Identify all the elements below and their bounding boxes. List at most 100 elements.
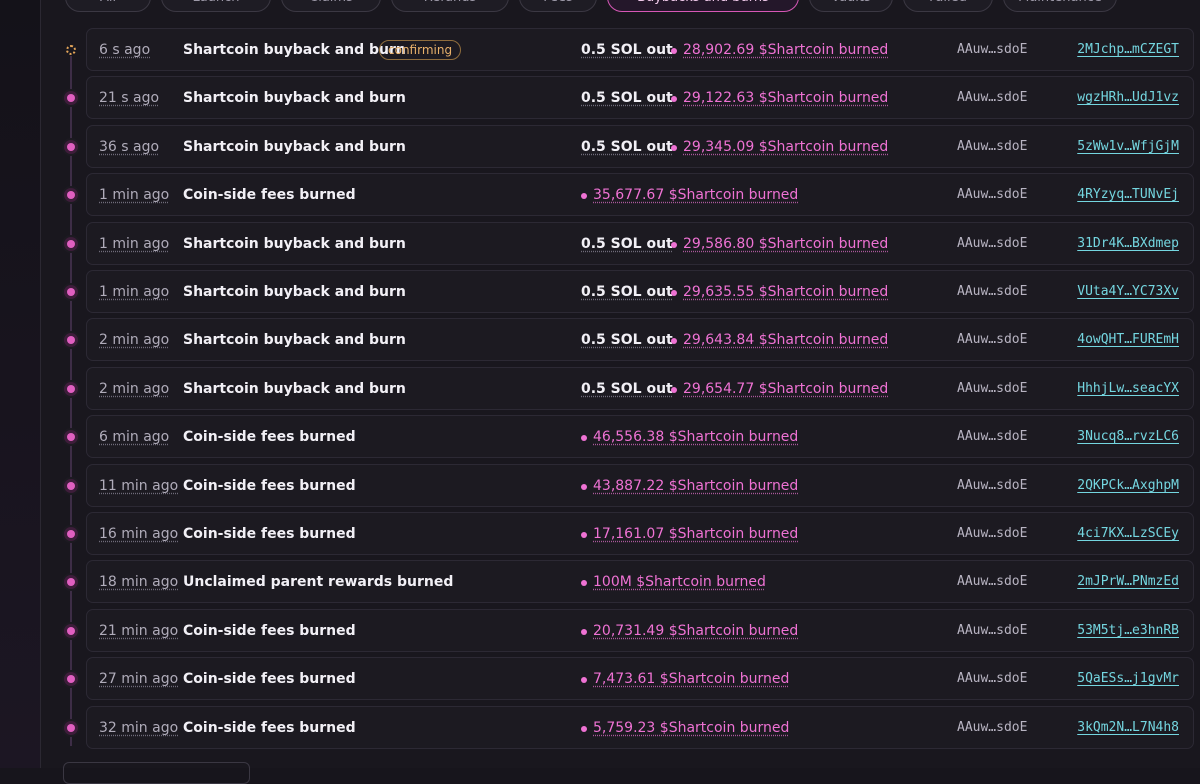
burn-amount[interactable]: 5,759.23 $Shartcoin burned	[593, 720, 789, 736]
signer-address: AAuw…sdoE	[957, 139, 1028, 154]
activity-row[interactable]: 1 min ago Shartcoin buyback and burn 0.5 S…	[86, 222, 1194, 265]
activity-row[interactable]: 1 min ago Shartcoin buyback and burn 0.5 S…	[86, 270, 1194, 313]
row-timestamp[interactable]: 6 s ago	[99, 42, 150, 58]
signer-address: AAuw…sdoE	[957, 236, 1028, 251]
timeline-node-icon	[64, 527, 78, 541]
transaction-link[interactable]: wgzHRh…UdJ1vz	[1077, 90, 1179, 105]
signer-address: AAuw…sdoE	[957, 720, 1028, 735]
burn-amount[interactable]: 29,643.84 $Shartcoin burned	[683, 332, 888, 348]
burn-amount[interactable]: 43,887.22 $Shartcoin burned	[593, 478, 798, 494]
sol-amount[interactable]: 0.5 SOL out	[581, 236, 673, 252]
burn-amount[interactable]: 29,586.80 $Shartcoin burned	[683, 236, 888, 252]
row-timestamp[interactable]: 36 s ago	[99, 139, 159, 155]
burn-amount[interactable]: 28,902.69 $Shartcoin burned	[683, 42, 888, 58]
row-timestamp[interactable]: 11 min ago	[99, 478, 178, 494]
burn-amount[interactable]: 29,654.77 $Shartcoin burned	[683, 381, 888, 397]
sol-amount[interactable]: 0.5 SOL out	[581, 284, 673, 300]
row-timestamp[interactable]: 1 min ago	[99, 284, 169, 300]
activity-row[interactable]: 6 min ago Coin-side fees burned 46,556.38 …	[86, 415, 1194, 458]
transaction-link[interactable]: 2mJPrW…PNmzEd	[1077, 574, 1179, 589]
transaction-link[interactable]: HhhjLw…seacYX	[1077, 381, 1179, 396]
activity-row[interactable]: 36 s ago Shartcoin buyback and burn 0.5 SO…	[86, 125, 1194, 168]
timeline-node-icon	[64, 479, 78, 493]
activity-row[interactable]: 2 min ago Shartcoin buyback and burn 0.5 S…	[86, 318, 1194, 361]
transaction-link[interactable]: 5zWw1v…WfjGjM	[1077, 139, 1179, 154]
burn-dot-icon	[671, 290, 677, 296]
sol-amount[interactable]: 0.5 SOL out	[581, 381, 673, 397]
transaction-link[interactable]: 2QKPCk…AxghpM	[1077, 478, 1179, 493]
row-timestamp[interactable]: 6 min ago	[99, 429, 169, 445]
filter-tab-5[interactable]: Buybacks and burns	[607, 0, 799, 12]
row-timestamp[interactable]: 21 s ago	[99, 90, 159, 106]
signer-address: AAuw…sdoE	[957, 429, 1028, 444]
sol-amount[interactable]: 0.5 SOL out	[581, 90, 673, 106]
activity-row[interactable]: 6 s ago Shartcoin buyback and burn confirm…	[86, 28, 1194, 71]
signer-address: AAuw…sdoE	[957, 187, 1028, 202]
row-timestamp[interactable]: 18 min ago	[99, 574, 178, 590]
burn-amount[interactable]: 20,731.49 $Shartcoin burned	[593, 623, 798, 639]
filter-tab-6[interactable]: Vaults	[809, 0, 893, 12]
transaction-link[interactable]: 5QaESs…j1gvMr	[1077, 671, 1179, 686]
activity-row[interactable]: 1 min ago Coin-side fees burned 35,677.67 …	[86, 173, 1194, 216]
left-rail	[0, 0, 41, 768]
activity-row[interactable]: 32 min ago Coin-side fees burned 5,759.23 …	[86, 706, 1194, 749]
row-timestamp[interactable]: 2 min ago	[99, 381, 169, 397]
transaction-link[interactable]: VUta4Y…YC73Xv	[1077, 284, 1179, 299]
burn-amount[interactable]: 7,473.61 $Shartcoin burned	[593, 671, 789, 687]
activity-row[interactable]: 11 min ago Coin-side fees burned 43,887.22…	[86, 464, 1194, 507]
activity-row[interactable]: 2 min ago Shartcoin buyback and burn 0.5 S…	[86, 367, 1194, 410]
transaction-link[interactable]: 4owQHT…FUREmH	[1077, 332, 1179, 347]
sol-amount[interactable]: 0.5 SOL out	[581, 139, 673, 155]
transaction-link[interactable]: 53M5tj…e3hnRB	[1077, 623, 1179, 638]
filter-tab-3[interactable]: Refunds	[391, 0, 509, 12]
activity-row[interactable]: 21 min ago Coin-side fees burned 20,731.49…	[86, 609, 1194, 652]
burn-amount[interactable]: 29,345.09 $Shartcoin burned	[683, 139, 888, 155]
row-timestamp[interactable]: 21 min ago	[99, 623, 178, 639]
row-title: Coin-side fees burned	[183, 526, 356, 542]
row-title: Shartcoin buyback and burn	[183, 139, 406, 155]
sol-amount[interactable]: 0.5 SOL out	[581, 42, 673, 58]
row-title: Coin-side fees burned	[183, 720, 356, 736]
row-timestamp[interactable]: 32 min ago	[99, 720, 178, 736]
transaction-link[interactable]: 3Nucq8…rvzLC6	[1077, 429, 1179, 444]
row-title: Shartcoin buyback and burn	[183, 236, 406, 252]
row-title: Shartcoin buyback and burn	[183, 90, 406, 106]
filter-bar: All Launch Claims Refunds Fees Buybacks and b…	[65, 0, 1117, 12]
activity-row[interactable]: 21 s ago Shartcoin buyback and burn 0.5 SO…	[86, 76, 1194, 119]
transaction-link[interactable]: 2MJchp…mCZEGT	[1077, 42, 1179, 57]
filter-tab-4[interactable]: Fees	[519, 0, 597, 12]
burn-amount[interactable]: 29,635.55 $Shartcoin burned	[683, 284, 888, 300]
row-timestamp[interactable]: 16 min ago	[99, 526, 178, 542]
burn-amount[interactable]: 29,122.63 $Shartcoin burned	[683, 90, 888, 106]
activity-row[interactable]: 27 min ago Coin-side fees burned 7,473.61 …	[86, 657, 1194, 700]
filter-tab-7[interactable]: Failed	[903, 0, 993, 12]
timeline-node-icon	[64, 285, 78, 299]
burn-amount[interactable]: 35,677.67 $Shartcoin burned	[593, 187, 798, 203]
filter-tab-1[interactable]: Launch	[161, 0, 271, 12]
filter-tab-8[interactable]: Maintenance	[1003, 0, 1117, 12]
filter-tab-0[interactable]: All	[65, 0, 151, 12]
transaction-link[interactable]: 31Dr4K…BXdmep	[1077, 236, 1179, 251]
sol-amount[interactable]: 0.5 SOL out	[581, 332, 673, 348]
load-more-button[interactable]	[63, 762, 250, 784]
burn-amount[interactable]: 46,556.38 $Shartcoin burned	[593, 429, 798, 445]
burn-amount[interactable]: 100M $Shartcoin burned	[593, 574, 766, 590]
timeline-node-icon	[64, 721, 78, 735]
burn-dot-icon	[671, 338, 677, 344]
burn-dot-icon	[581, 532, 587, 538]
row-timestamp[interactable]: 1 min ago	[99, 236, 169, 252]
activity-row[interactable]: 18 min ago Unclaimed parent rewards burne…	[86, 560, 1194, 603]
row-timestamp[interactable]: 1 min ago	[99, 187, 169, 203]
burn-amount[interactable]: 17,161.07 $Shartcoin burned	[593, 526, 798, 542]
filter-tab-2[interactable]: Claims	[281, 0, 381, 12]
transaction-link[interactable]: 4ci7KX…LzSCEy	[1077, 526, 1179, 541]
transaction-link[interactable]: 4RYzyq…TUNvEj	[1077, 187, 1179, 202]
row-timestamp[interactable]: 27 min ago	[99, 671, 178, 687]
row-title: Shartcoin buyback and burn	[183, 381, 406, 397]
row-timestamp[interactable]: 2 min ago	[99, 332, 169, 348]
activity-row[interactable]: 16 min ago Coin-side fees burned 17,161.07…	[86, 512, 1194, 555]
transaction-link[interactable]: 3kQm2N…L7N4h8	[1077, 720, 1179, 735]
signer-address: AAuw…sdoE	[957, 671, 1028, 686]
timeline-node-icon	[64, 188, 78, 202]
signer-address: AAuw…sdoE	[957, 90, 1028, 105]
